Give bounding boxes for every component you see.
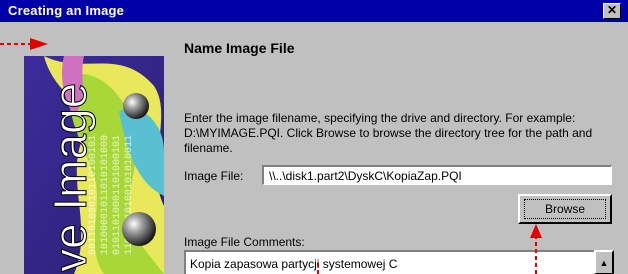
annotation-arrowhead xyxy=(30,38,48,50)
annotation-overlay xyxy=(0,38,542,274)
annotation-arrowhead xyxy=(530,224,542,238)
